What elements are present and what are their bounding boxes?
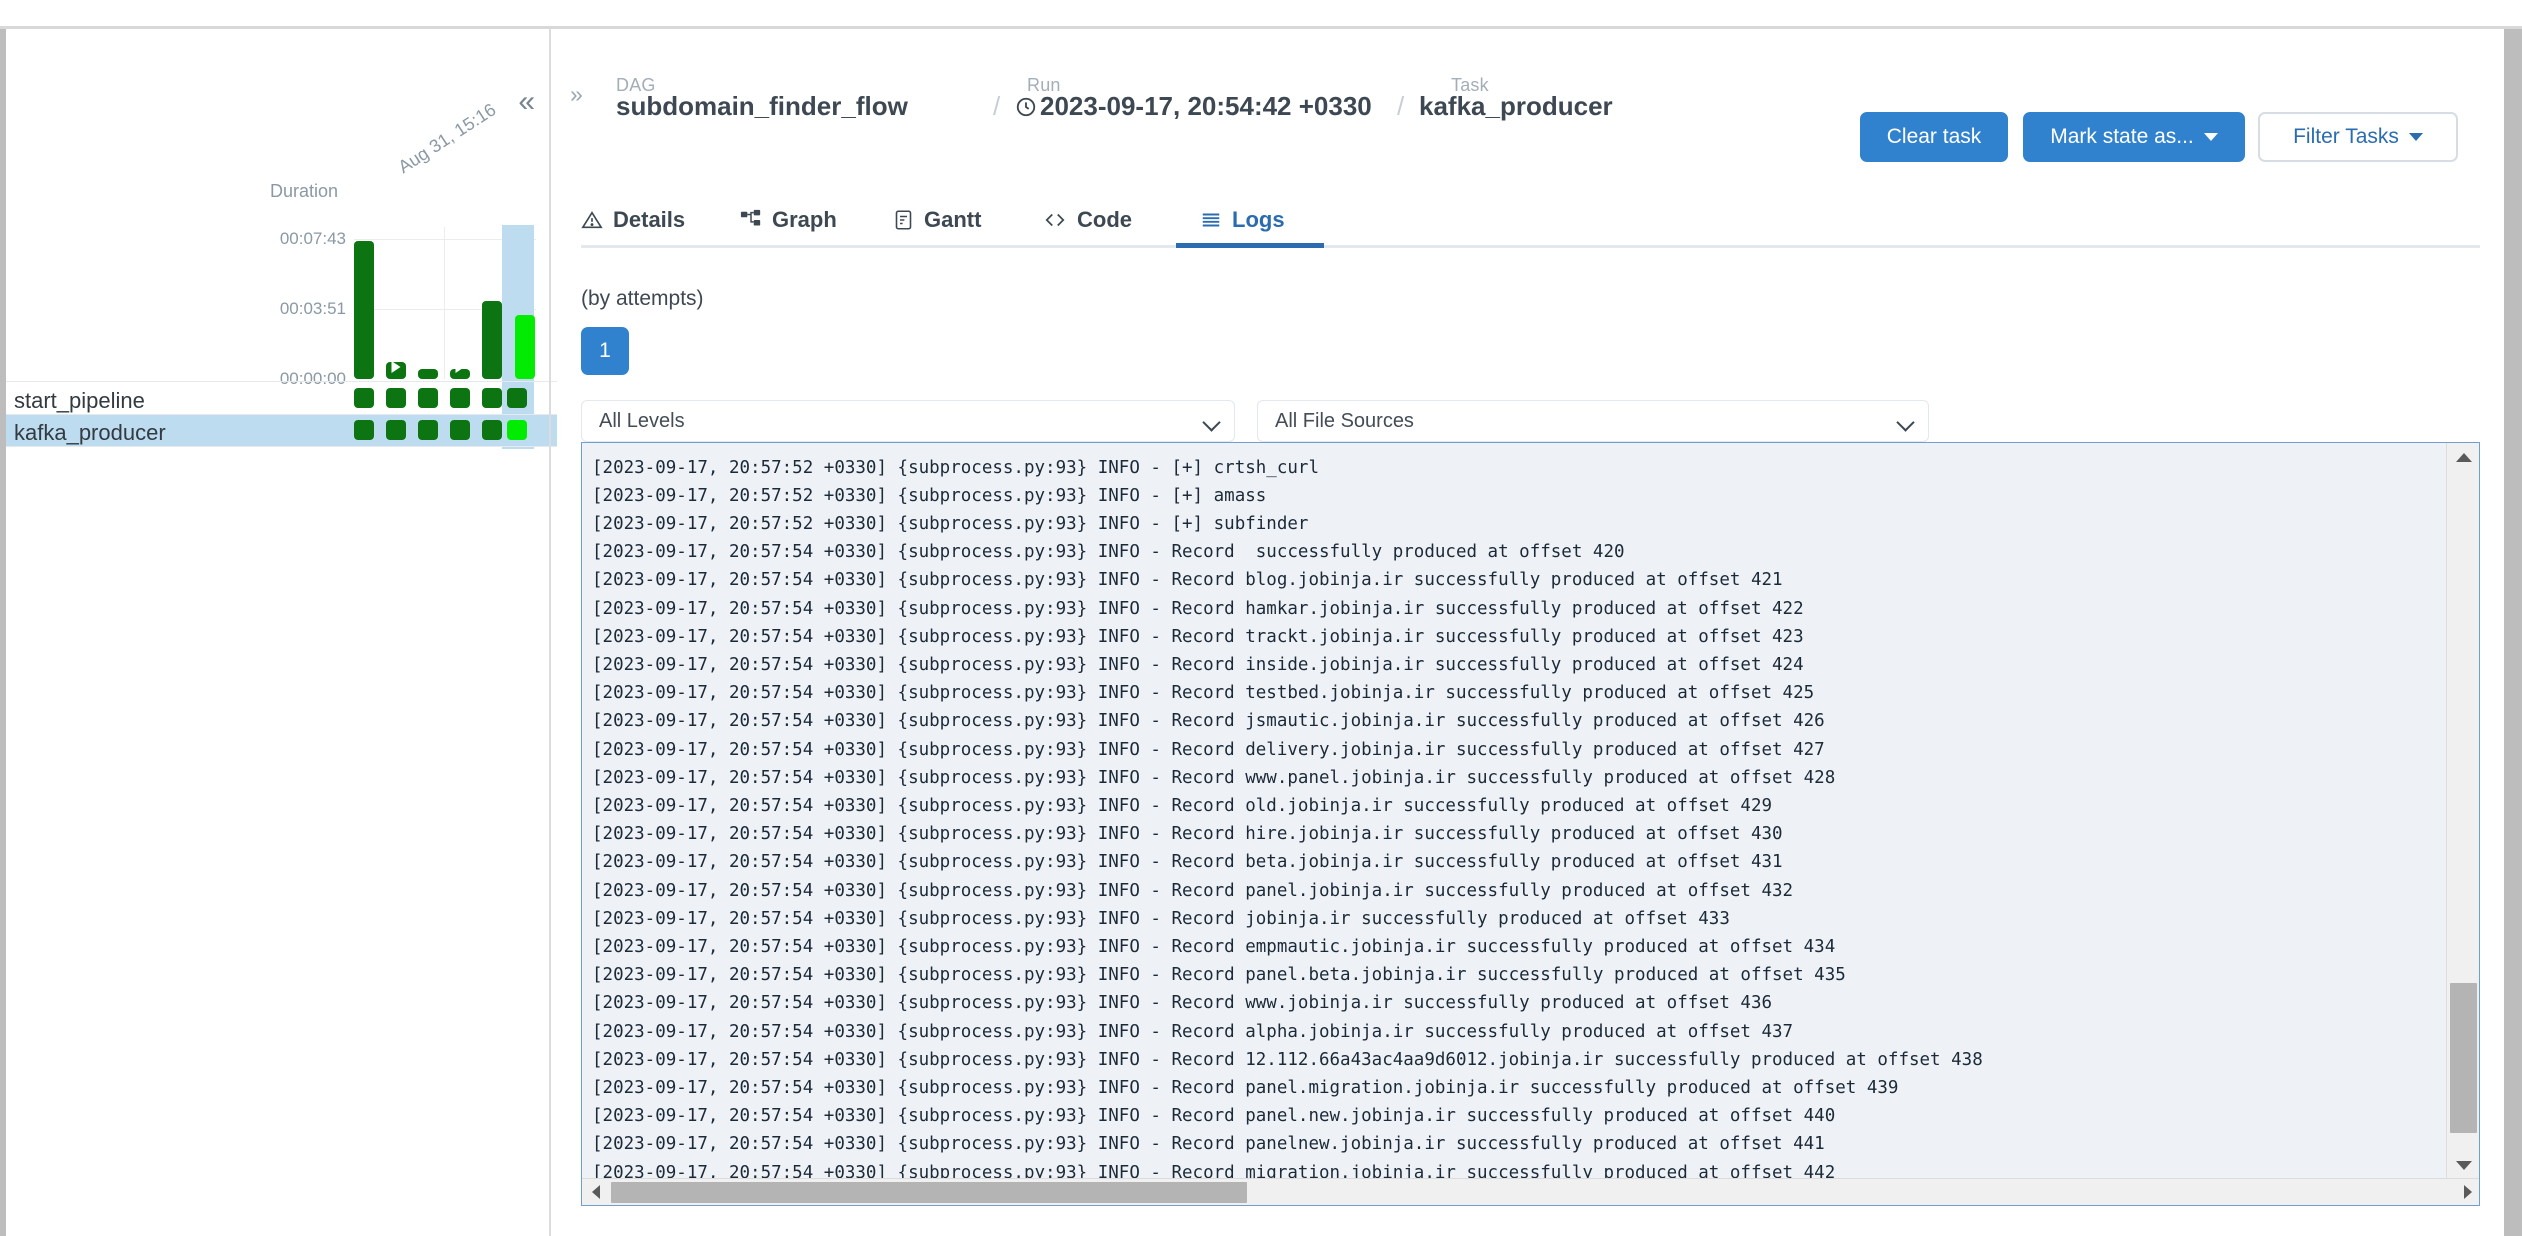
file-source-value: All File Sources [1275, 410, 1414, 432]
log-text-content: [2023-09-17, 20:57:52 +0330] {subprocess… [592, 457, 1983, 1180]
duration-bar-6[interactable] [515, 315, 535, 379]
task-instance-start_pipeline-4[interactable] [450, 388, 470, 408]
sidebar-item-kafka_producer[interactable]: kafka_producer [6, 415, 557, 446]
tab-graph-label: Graph [772, 207, 837, 232]
list-lines-icon [1200, 209, 1222, 231]
log-horizontal-scroll-thumb[interactable] [611, 1182, 1247, 1203]
filter-tasks-button[interactable]: Filter Tasks [2258, 112, 2458, 162]
clock-icon [1015, 94, 1037, 125]
grid-rows-top-divider [6, 381, 557, 382]
task-instance-kafka_producer-1[interactable] [354, 420, 374, 440]
chevron-down-icon [1202, 413, 1221, 432]
grid-rows-bottom-divider [6, 446, 557, 447]
duration-bar-5[interactable] [482, 301, 502, 379]
filter-tasks-label: Filter Tasks [2293, 125, 2399, 148]
attempt-tab-1[interactable]: 1 [581, 327, 629, 375]
tab-underline-track [581, 245, 2480, 248]
tab-details-label: Details [613, 207, 686, 232]
task-instance-start_pipeline-2[interactable] [386, 388, 406, 408]
tab-bar: Details Graph Gantt Code Logs [581, 194, 2480, 246]
chevron-down-icon [2203, 133, 2218, 141]
task-name-label: kafka_producer [14, 420, 166, 445]
tab-code-label: Code [1077, 207, 1132, 232]
log-vertical-scroll-thumb[interactable] [2450, 983, 2477, 1133]
log-output-panel[interactable]: [2023-09-17, 20:57:52 +0330] {subprocess… [581, 442, 2480, 1206]
log-level-value: All Levels [599, 410, 685, 432]
page-scrollbar[interactable] [2504, 29, 2522, 1236]
ytick-1: 00:03:51 [279, 299, 346, 318]
duration-bar-1[interactable] [354, 241, 374, 379]
active-tab-underline [1176, 243, 1324, 248]
document-lines-icon [893, 209, 914, 231]
breadcrumb-run-value[interactable]: 2023-09-17, 20:54:42 +0330 [1015, 91, 1372, 125]
breadcrumb-run-text: 2023-09-17, 20:54:42 +0330 [1040, 91, 1372, 121]
clear-task-button[interactable]: Clear task [1860, 112, 2008, 162]
play-triangle-icon [391, 361, 401, 373]
warning-triangle-icon [581, 209, 603, 231]
tab-code[interactable]: Code [1043, 194, 1132, 246]
clear-task-label: Clear task [1886, 125, 1982, 148]
graph-nodes-icon [740, 209, 762, 231]
scroll-up-arrow-icon[interactable] [2447, 443, 2479, 471]
scroll-down-arrow-icon[interactable] [2447, 1151, 2479, 1179]
tab-logs-label: Logs [1232, 207, 1285, 232]
task-name-label: start_pipeline [14, 388, 145, 413]
tab-graph[interactable]: Graph [740, 194, 837, 246]
breadcrumb-separator-2: / [1397, 91, 1405, 121]
code-brackets-icon [1043, 209, 1067, 231]
duration-bar-chart [354, 241, 536, 379]
task-instance-start_pipeline-3[interactable] [418, 388, 438, 408]
duration-chart-yaxis: 00:07:43 00:03:51 00:00:00 [194, 229, 346, 399]
tab-logs[interactable]: Logs [1200, 194, 1285, 246]
log-level-select[interactable]: All Levels [581, 400, 1235, 442]
double-chevron-left-icon[interactable]: « [518, 87, 535, 117]
tab-gantt-label: Gantt [924, 207, 982, 232]
breadcrumb-task-value[interactable]: kafka_producer [1419, 91, 1613, 122]
log-text-viewport[interactable]: [2023-09-17, 20:57:52 +0330] {subprocess… [582, 443, 2448, 1180]
chevron-down-icon [2408, 133, 2423, 141]
task-instance-start_pipeline-1[interactable] [354, 388, 374, 408]
breadcrumb-separator: / [993, 91, 1001, 121]
browser-window: « Duration Aug 31, 15:16 00:07:43 00:03:… [0, 0, 2522, 1236]
grid-sidebar: « Duration Aug 31, 15:16 00:07:43 00:03:… [6, 29, 557, 1236]
scroll-left-arrow-icon[interactable] [582, 1179, 609, 1205]
tab-details[interactable]: Details [581, 194, 685, 246]
sidebar-item-start_pipeline[interactable]: start_pipeline [6, 383, 557, 414]
task-instance-kafka_producer-2[interactable] [386, 420, 406, 440]
task-instance-start_pipeline-5[interactable] [482, 388, 502, 408]
file-source-select[interactable]: All File Sources [1257, 400, 1929, 442]
chevron-down-icon [1896, 413, 1915, 432]
grid-sidebar-border [549, 29, 551, 1236]
mark-state-label: Mark state as... [2050, 125, 2194, 148]
double-chevron-right-icon[interactable]: » [570, 81, 583, 108]
task-instance-start_pipeline-6[interactable] [507, 388, 527, 408]
log-vertical-scrollbar[interactable] [2446, 443, 2479, 1179]
log-horizontal-scrollbar[interactable] [582, 1178, 2479, 1205]
play-triangle-icon [455, 361, 465, 373]
tab-gantt[interactable]: Gantt [893, 194, 981, 246]
duration-bar-4[interactable] [450, 361, 470, 379]
date-axis-tick: Aug 31, 15:16 [394, 99, 500, 178]
breadcrumb-dag-value[interactable]: subdomain_finder_flow [616, 91, 908, 122]
task-instance-kafka_producer-4[interactable] [450, 420, 470, 440]
ytick-0: 00:07:43 [279, 229, 346, 248]
duration-bar-3[interactable] [418, 369, 438, 379]
duration-axis-title: Duration [269, 181, 339, 201]
task-instance-kafka_producer-5[interactable] [482, 420, 502, 440]
duration-bar-2[interactable] [386, 361, 406, 379]
browser-chrome-strip [0, 0, 2522, 26]
main-content: » DAG Run Task subdomain_finder_flow / 2… [557, 29, 2504, 1236]
task-instance-kafka_producer-6[interactable] [507, 420, 527, 440]
mark-state-as-button[interactable]: Mark state as... [2023, 112, 2245, 162]
scroll-right-arrow-icon[interactable] [2454, 1179, 2479, 1205]
by-attempts-label: (by attempts) [581, 287, 704, 310]
task-instance-kafka_producer-3[interactable] [418, 420, 438, 440]
